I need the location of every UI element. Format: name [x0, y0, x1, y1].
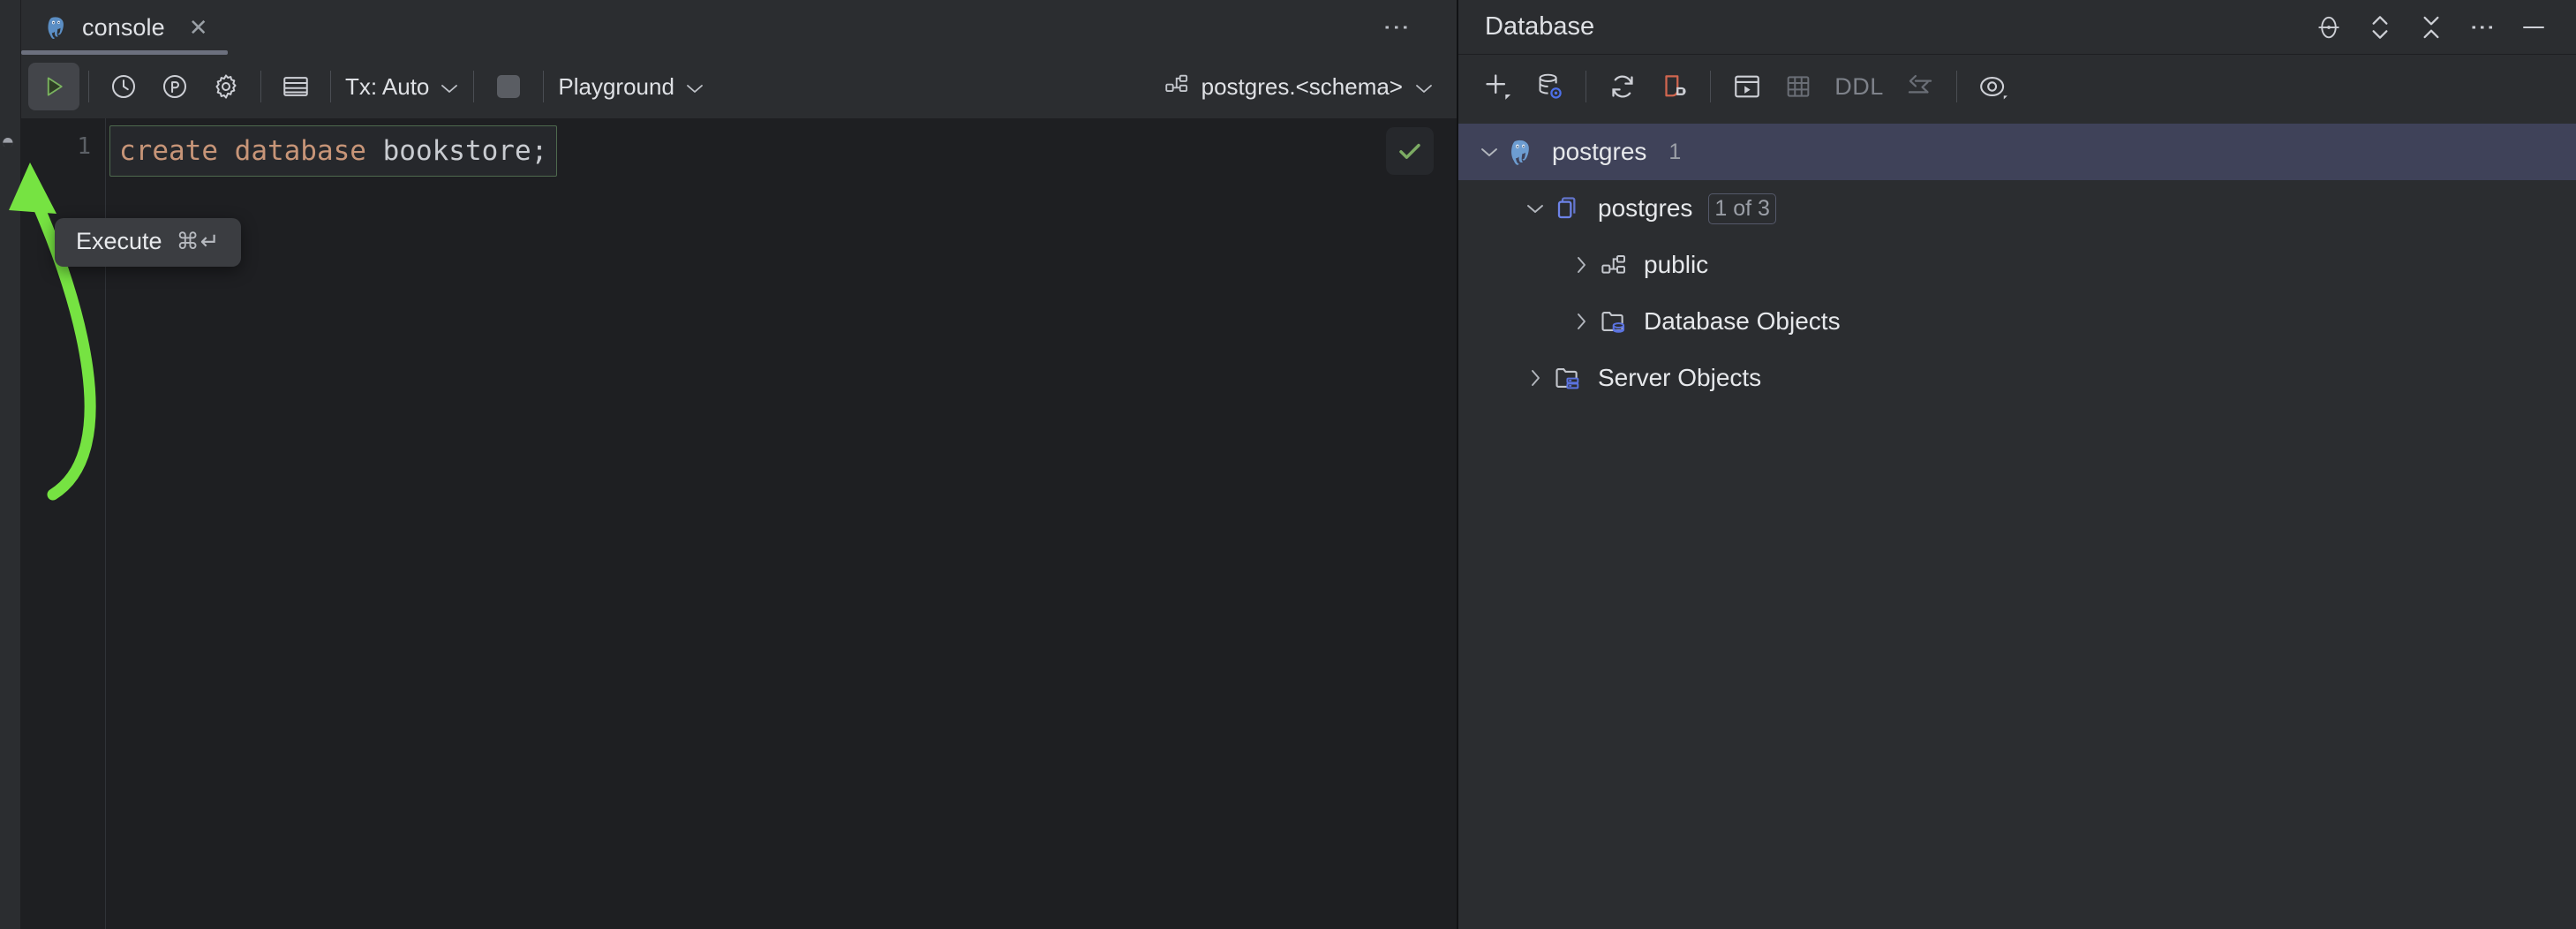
postgresql-elephant-icon — [44, 13, 71, 42]
page-title: Database — [1485, 12, 1594, 42]
ddl-text: DDL — [1834, 73, 1884, 101]
disconnect-icon[interactable] — [1648, 63, 1699, 110]
expand-collapse-icon[interactable] — [2357, 4, 2403, 50]
postgresql-elephant-icon — [1504, 134, 1540, 170]
session-label: Playground — [558, 73, 674, 101]
chevron-right-icon[interactable] — [1520, 363, 1550, 393]
rail-partial-icon: ◓ — [1, 130, 15, 153]
session-selector[interactable]: Playground — [553, 73, 710, 101]
chevron-down-icon[interactable] — [1520, 193, 1550, 223]
stop-square-icon[interactable] — [483, 63, 534, 110]
execute-play-icon[interactable] — [28, 63, 79, 110]
editor-tabstrip: console ✕ ⋮ — [21, 0, 1457, 55]
toolbar-divider — [330, 71, 331, 102]
code-area[interactable]: create database bookstore; — [106, 118, 1457, 929]
toolbar-divider — [1710, 71, 1711, 102]
left-tool-rail[interactable]: ◓ — [0, 0, 21, 929]
tree-node-database-postgres[interactable]: postgres 1 of 3 — [1458, 180, 2576, 237]
sql-keyword-create: create — [119, 135, 218, 167]
tree-node-label: postgres — [1552, 138, 1646, 166]
tab-label: console — [82, 14, 165, 42]
toolbar-divider — [260, 71, 261, 102]
tooltip-label: Execute — [76, 228, 162, 255]
tree-node-label: public — [1644, 251, 1708, 279]
table-editor-icon[interactable] — [270, 63, 321, 110]
schema-selector[interactable]: postgres.<schema> — [1164, 72, 1434, 102]
sql-console-pane: ◓ console ✕ ⋮ — [0, 0, 1458, 929]
tx-mode-label: Tx: Auto — [345, 73, 429, 101]
chevron-down-icon — [1414, 73, 1434, 101]
database-panel-header: Database ⋮ — [1458, 0, 2576, 55]
chevron-right-icon[interactable] — [1566, 306, 1596, 336]
tree-node-datasource-postgres[interactable]: postgres 1 — [1458, 124, 2576, 180]
schema-label: postgres.<schema> — [1201, 73, 1403, 101]
add-new-icon[interactable] — [1473, 63, 1524, 110]
sql-identifier: bookstore — [383, 135, 531, 167]
tree-node-label: postgres — [1598, 194, 1692, 223]
toolbar-divider — [88, 71, 89, 102]
close-icon[interactable]: ✕ — [189, 16, 208, 39]
tooltip-shortcut: ⌘↵ — [177, 228, 221, 255]
sql-keyword-database: database — [235, 135, 366, 167]
server-objects-folder-icon — [1550, 360, 1586, 396]
data-source-properties-icon[interactable] — [1524, 63, 1575, 110]
line-number: 1 — [77, 133, 91, 160]
tree-node-database-objects[interactable]: Database Objects — [1458, 293, 2576, 350]
database-tree[interactable]: postgres 1 postgres 1 of 3 — [1458, 118, 2576, 929]
execute-tooltip: Execute ⌘↵ — [55, 218, 241, 267]
tree-node-schema-public[interactable]: public — [1458, 237, 2576, 293]
query-history-clock-icon[interactable] — [98, 63, 149, 110]
sql-statement-line[interactable]: create database bookstore; — [109, 125, 557, 177]
chevron-down-icon — [685, 73, 704, 101]
chevron-down-icon[interactable] — [1474, 137, 1504, 167]
toolbar-divider — [473, 71, 474, 102]
tree-node-server-objects[interactable]: Server Objects — [1458, 350, 2576, 406]
ddl-label: DDL — [1824, 63, 1894, 110]
status-badge: 1 — [1662, 137, 1687, 168]
preview-eye-icon[interactable] — [1968, 63, 2019, 110]
tx-mode-selector[interactable]: Tx: Auto — [340, 73, 464, 101]
more-options-button[interactable]: ⋮ — [2459, 4, 2505, 50]
database-objects-folder-icon — [1596, 304, 1631, 339]
database-icon — [1550, 191, 1586, 226]
tree-node-label: Database Objects — [1644, 307, 1841, 336]
table-data-icon — [1773, 63, 1824, 110]
minimize-icon[interactable] — [2511, 4, 2557, 50]
collapse-all-icon[interactable] — [2408, 4, 2454, 50]
gear-icon[interactable] — [200, 63, 252, 110]
database-header-actions: ⋮ — [2306, 4, 2557, 50]
toolbar-divider — [1956, 71, 1957, 102]
more-options-icon: ⋮ — [2470, 15, 2495, 40]
console-toolbar: Tx: Auto Playground — [21, 55, 1457, 118]
sql-space — [218, 135, 235, 167]
toolbar-divider — [543, 71, 544, 102]
sql-terminator: ; — [531, 135, 548, 167]
sql-space2 — [366, 135, 383, 167]
tree-node-label: Server Objects — [1598, 364, 1761, 392]
schema-tree-icon — [1596, 247, 1631, 283]
ide-window: ◓ console ✕ ⋮ — [0, 0, 2576, 929]
more-options-icon[interactable]: ⋮ — [1382, 14, 1409, 41]
parameters-p-icon[interactable] — [149, 63, 200, 110]
database-tool-window: Database ⋮ — [1458, 0, 2576, 929]
jump-to-icon — [1894, 63, 1946, 110]
open-console-icon[interactable] — [1721, 63, 1773, 110]
execution-success-check-icon[interactable] — [1386, 127, 1434, 175]
refresh-sync-icon[interactable] — [1597, 63, 1648, 110]
tab-console[interactable]: console ✕ — [21, 0, 228, 55]
database-toolbar: DDL — [1458, 55, 2576, 118]
chevron-down-icon — [440, 73, 459, 101]
status-badge: 1 of 3 — [1708, 193, 1776, 224]
locate-in-tree-icon[interactable] — [2306, 4, 2352, 50]
chevron-right-icon[interactable] — [1566, 250, 1596, 280]
schema-tree-icon — [1164, 72, 1190, 102]
